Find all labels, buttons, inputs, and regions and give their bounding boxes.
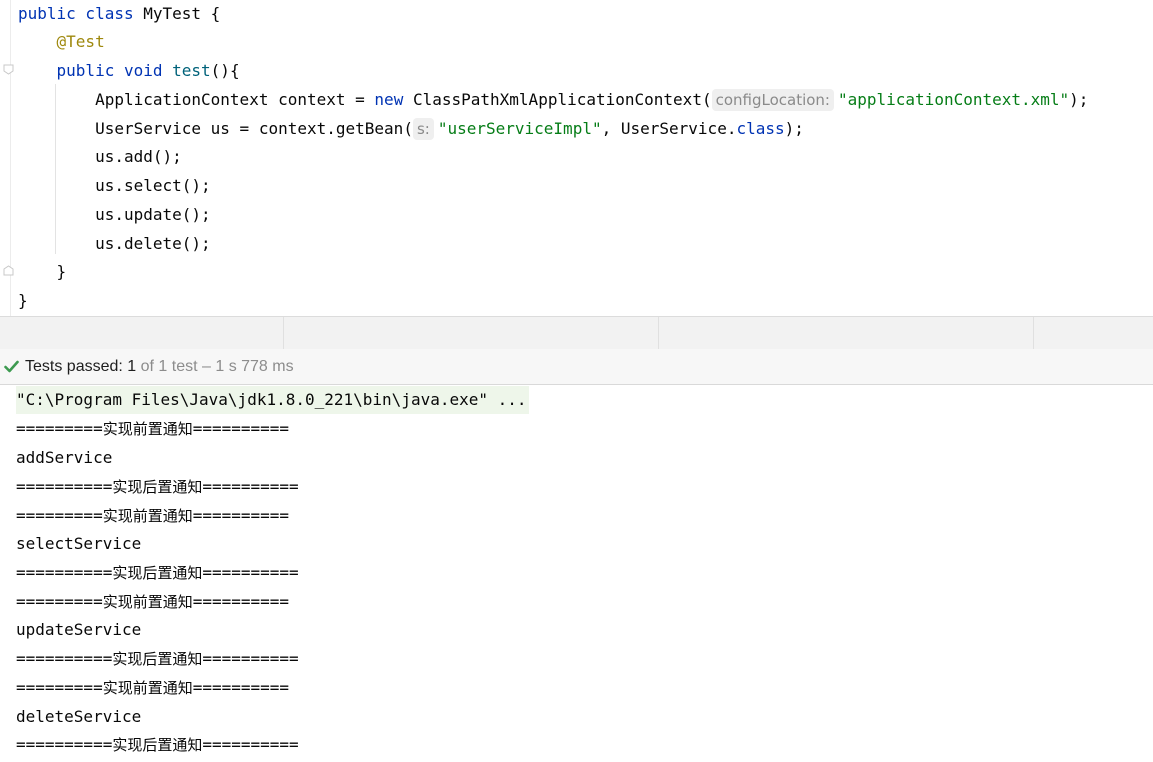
divider-segment — [1033, 317, 1034, 349]
code-token: us.select(); — [18, 176, 211, 195]
code-line[interactable]: us.add(); — [18, 143, 182, 171]
code-token: ApplicationContext context = — [18, 90, 375, 109]
fold-close-icon[interactable] — [3, 265, 14, 276]
fold-open-icon[interactable] — [3, 64, 14, 75]
code-token: (){ — [210, 61, 240, 80]
code-token: ); — [784, 119, 804, 138]
code-token: public class — [18, 4, 134, 23]
code-token: "userServiceImpl" — [437, 119, 602, 138]
code-editor[interactable]: public class MyTest { @Test public void … — [0, 0, 1153, 316]
console-line: ==========实现后置通知========== — [16, 649, 299, 668]
console-line: =========实现前置通知========== — [16, 678, 290, 697]
divider-segment — [658, 317, 659, 349]
console-line: addService — [16, 448, 113, 467]
status-label: Tests passed: — [25, 358, 128, 375]
code-token: test — [172, 61, 211, 80]
code-line[interactable]: public class MyTest { — [18, 0, 220, 28]
code-token: } — [18, 291, 28, 310]
code-token: MyTest { — [133, 4, 221, 23]
panel-divider-toolbar[interactable] — [0, 316, 1153, 349]
code-token: us.delete(); — [18, 234, 211, 253]
code-line[interactable]: us.update(); — [18, 201, 211, 229]
code-token: @Test — [56, 32, 105, 51]
console-command-line: "C:\Program Files\Java\jdk1.8.0_221\bin\… — [16, 386, 529, 414]
code-token: class — [736, 119, 785, 138]
code-token: us.add(); — [18, 147, 182, 166]
code-line[interactable]: ApplicationContext context = new ClassPa… — [18, 86, 1088, 114]
code-line[interactable]: us.delete(); — [18, 230, 211, 258]
check-icon — [4, 360, 19, 373]
console-line: selectService — [16, 534, 142, 553]
console-line: =========实现前置通知========== — [16, 419, 290, 438]
code-token: UserService us = context.getBean( — [18, 119, 413, 138]
divider-segment — [283, 317, 284, 349]
parameter-hint: s: — [412, 118, 434, 140]
code-token: public void — [56, 61, 163, 80]
code-token: } — [18, 262, 67, 281]
console-line: =========实现前置通知========== — [16, 506, 290, 525]
code-line[interactable]: UserService us = context.getBean(s: "user… — [18, 115, 804, 143]
console-line: ==========实现后置通知========== — [16, 563, 299, 582]
parameter-hint: configLocation: — [711, 89, 834, 111]
test-status-text: Tests passed: 1 of 1 test – 1 s 778 ms — [25, 349, 294, 384]
code-token: ); — [1069, 90, 1089, 109]
code-token: "applicationContext.xml" — [837, 90, 1070, 109]
console-line: ==========实现后置通知========== — [16, 477, 299, 496]
code-line[interactable]: @Test — [18, 28, 105, 56]
status-passed-count: 1 — [127, 358, 137, 375]
code-line[interactable]: us.select(); — [18, 172, 211, 200]
code-token: new — [374, 90, 404, 109]
code-line[interactable]: public void test(){ — [18, 57, 240, 85]
console-line: =========实现前置通知========== — [16, 592, 290, 611]
code-token: , UserService. — [601, 119, 737, 138]
test-status-bar: Tests passed: 1 of 1 test – 1 s 778 ms — [0, 349, 1153, 385]
console-output[interactable]: "C:\Program Files\Java\jdk1.8.0_221\bin\… — [0, 386, 1153, 762]
code-line[interactable]: } — [18, 287, 28, 315]
status-detail: of 1 test – 1 s 778 ms — [136, 358, 294, 375]
console-line: deleteService — [16, 707, 142, 726]
code-token: us.update(); — [18, 205, 211, 224]
console-line: updateService — [16, 620, 142, 639]
console-line: ==========实现后置通知========== — [16, 735, 299, 754]
code-token: ClassPathXmlApplicationContext( — [403, 90, 712, 109]
code-line[interactable]: } — [18, 258, 67, 286]
